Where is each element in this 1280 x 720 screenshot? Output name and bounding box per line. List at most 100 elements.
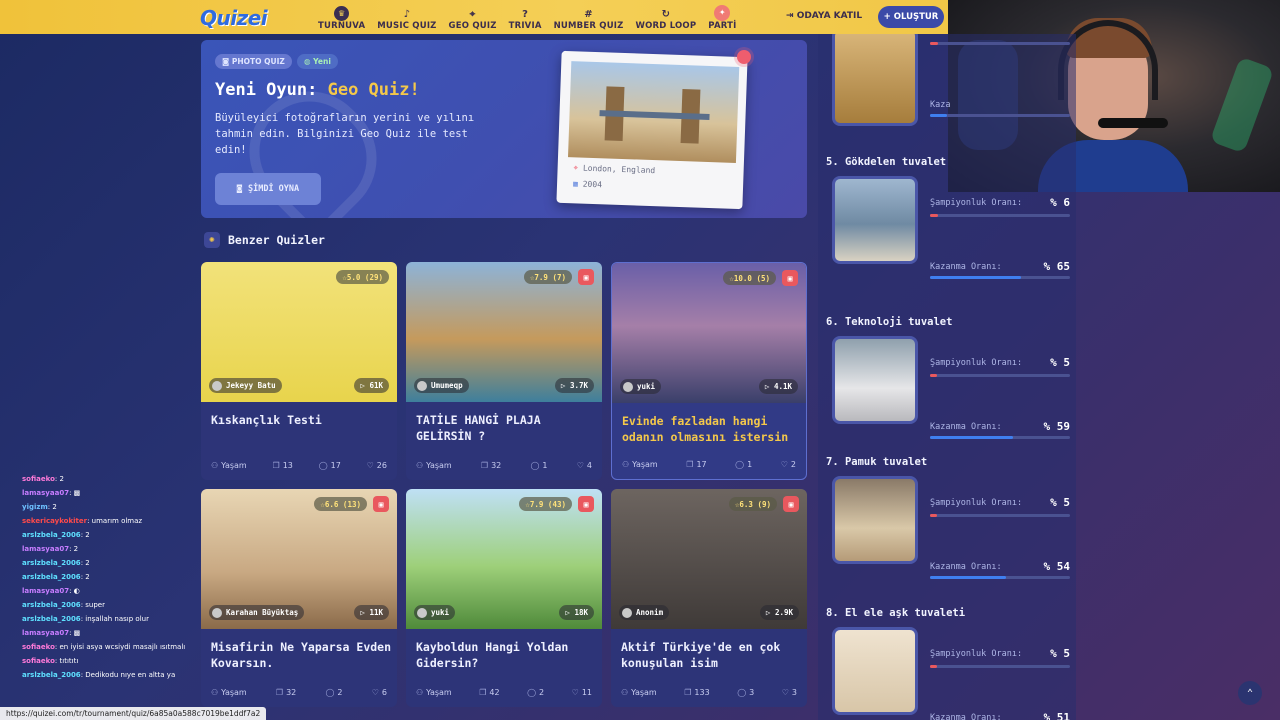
tower-bridge-photo — [568, 61, 740, 163]
geo-quiz-banner[interactable]: ◙ PHOTO QUIZ ◍ Yeni Yeni Oyun: Geo Quiz!… — [201, 40, 807, 218]
avatar — [212, 380, 222, 391]
play-icon: ▷ — [565, 608, 575, 617]
leaderboard-item: 8. El ele aşk tuvaleti Şampiyonluk Oranı… — [826, 607, 1076, 720]
site-logo[interactable]: Quizei — [200, 6, 268, 30]
author-name: yuki — [431, 608, 450, 617]
champion-rate-label: Şampiyonluk Oranı: — [930, 498, 1023, 508]
quiz-category: ⚇ Yaşam — [621, 688, 657, 697]
chat-username: arslzbela_2006 — [22, 601, 81, 609]
plus-icon: + — [883, 12, 894, 22]
chat-text: : 2 — [69, 545, 79, 553]
quiz-title[interactable]: Kıskançlık Testi — [211, 412, 391, 428]
nav-item-label: MUSIC QUIZ — [377, 21, 437, 31]
favorite-button[interactable]: ▣ — [782, 270, 798, 286]
win-rate-label: Kazanma Oranı: — [930, 262, 1002, 272]
chevron-up-icon: ⌃ — [1246, 687, 1254, 699]
quiz-title[interactable]: Kayboldun Hangi Yoldan Gidersin? — [416, 639, 596, 671]
win-rate-fill — [930, 436, 1013, 439]
chat-message: sofiaeko: 2 — [22, 472, 212, 486]
champion-rate-value: % 5 — [1050, 496, 1070, 509]
author-name: Jekeyy Batu — [226, 381, 276, 390]
quiz-title[interactable]: Misafirin Ne Yaparsa Evden Kovarsın. — [211, 639, 391, 671]
chat-text: : 2 — [80, 573, 90, 581]
copy-icon: ❐ — [272, 461, 280, 470]
chat-username: lamasyaa07 — [22, 587, 70, 595]
comment-count: 2 — [337, 688, 343, 697]
like-count: 3 — [791, 688, 797, 697]
nav-item-word-loop[interactable]: ↻ WORD LOOP — [630, 3, 703, 31]
rating-badge: ☆ 7.9 (7) — [523, 270, 572, 284]
join-room-button[interactable]: ⇥ ODAYA KATIL — [786, 11, 862, 21]
quiz-card[interactable]: ☆ 10.0 (5) ▣ yuki ▷ 4.1K Evinde fazladan … — [611, 262, 807, 480]
chat-username: yigizm — [22, 503, 48, 511]
map-pin-icon: ⌖ — [469, 9, 476, 20]
quiz-card[interactable]: ☆ 7.9 (43) ▣ yuki ▷ 18K Kayboldun Hangi Y… — [406, 489, 602, 707]
play-icon: ▷ — [360, 381, 370, 390]
author-name: Umumeqp — [431, 381, 463, 390]
author-badge[interactable]: Anonim — [619, 605, 670, 620]
quiz-comment-count: ◯ 17 — [319, 461, 341, 470]
win-rate-bar — [930, 576, 1070, 579]
quiz-comment-count: ◯ 1 — [530, 461, 547, 470]
quiz-category: ⚇ Yaşam — [211, 688, 247, 697]
category-icon: ⚇ — [211, 688, 219, 697]
author-badge[interactable]: yuki — [414, 605, 456, 620]
quiz-comment-count: ◯ 1 — [735, 460, 752, 469]
win-rate-value: % 51 — [1043, 711, 1071, 720]
play-now-button[interactable]: ◙ ŞİMDİ OYNA — [215, 173, 321, 205]
champion-rate-fill — [930, 514, 937, 517]
champion-rate-label: Şampiyonluk Oranı: — [930, 649, 1023, 659]
nav-item-parti̇[interactable]: ✦ PARTİ — [702, 3, 742, 31]
scroll-to-top-button[interactable]: ⌃ — [1238, 681, 1262, 705]
quiz-question-count: ❐ 133 — [684, 688, 709, 697]
win-rate-bar — [930, 436, 1070, 439]
favorite-button[interactable]: ▣ — [783, 496, 799, 512]
photo-year-text: 2004 — [582, 179, 603, 190]
question-count: 13 — [282, 461, 293, 470]
quiz-card[interactable]: ☆ 7.9 (7) ▣ Umumeqp ▷ 3.7K TATİLE HANGİ P… — [406, 262, 602, 480]
quiz-card[interactable]: ☆ 6.3 (9) ▣ Anonim ▷ 2.9K Aktif Türkiye'd… — [611, 489, 807, 707]
quiz-category: ⚇ Yaşam — [211, 461, 247, 470]
music-icon: ♪ — [403, 9, 411, 20]
chat-username: arslzbela_2006 — [22, 559, 81, 567]
nav-item-geo-quiz[interactable]: ⌖ GEO QUIZ — [443, 3, 503, 31]
heart-icon: ♡ — [576, 461, 584, 470]
like-count: 2 — [790, 460, 796, 469]
play-count-badge: ▷ 3.7K — [554, 378, 594, 393]
chat-username: sekericaykokiter — [22, 517, 88, 525]
author-badge[interactable]: Jekeyy Batu — [209, 378, 282, 393]
leaderboard-item-name: 7. Pamuk tuvalet — [826, 456, 928, 468]
win-rate-row: Kazanma Oranı: % 51 — [930, 711, 1071, 720]
quiz-title[interactable]: Aktif Türkiye'de en çok konuşulan isim — [621, 639, 801, 671]
win-rate-bar — [930, 276, 1070, 279]
create-button[interactable]: + OLUŞTUR — [878, 6, 944, 28]
author-badge[interactable]: yuki — [620, 379, 662, 394]
nav-item-trivia[interactable]: ? TRIVIA — [503, 3, 548, 31]
category-label: Yaşam — [631, 688, 657, 697]
nav-item-number-quiz[interactable]: # NUMBER QUIZ — [548, 3, 630, 31]
quiz-question-count: ❐ 42 — [479, 688, 499, 697]
favorite-button[interactable]: ▣ — [373, 496, 389, 512]
quiz-card[interactable]: ☆ 5.0 (29) Jekeyy Batu ▷ 61K Kıskançlık T… — [201, 262, 397, 480]
copy-icon: ❐ — [686, 460, 694, 469]
chat-message: arslzbela_2006: 2 — [22, 570, 212, 584]
author-badge[interactable]: Karahan Büyüktaş — [209, 605, 305, 620]
favorite-button[interactable]: ▣ — [578, 496, 594, 512]
nav-item-label: WORD LOOP — [635, 21, 697, 31]
chat-username: arslzbela_2006 — [22, 615, 81, 623]
quiz-like-count: ♡ 26 — [367, 461, 387, 470]
question-count: 42 — [489, 688, 500, 697]
nav-item-music-quiz[interactable]: ♪ MUSIC QUIZ — [371, 3, 442, 31]
comment-count: 1 — [747, 460, 753, 469]
play-count-badge: ▷ 4.1K — [758, 379, 798, 394]
quiz-card[interactable]: ☆ 6.6 (13) ▣ Karahan Büyüktaş ▷ 11K Misaf… — [201, 489, 397, 707]
category-icon: ⚇ — [622, 460, 630, 469]
quiz-title[interactable]: Evinde fazladan hangi odanın olmasını is… — [622, 413, 802, 445]
comment-icon: ◯ — [530, 461, 540, 470]
photo-location: ⌖ London, England — [573, 163, 655, 176]
nav-item-turnuva[interactable]: ♛ TURNUVA — [312, 3, 371, 31]
author-badge[interactable]: Umumeqp — [414, 378, 469, 393]
leaderboard-item-name: 6. Teknoloji tuvalet — [826, 316, 953, 328]
quiz-title[interactable]: TATİLE HANGİ PLAJA GELİRSİN ? — [416, 412, 596, 444]
favorite-button[interactable]: ▣ — [578, 269, 594, 285]
